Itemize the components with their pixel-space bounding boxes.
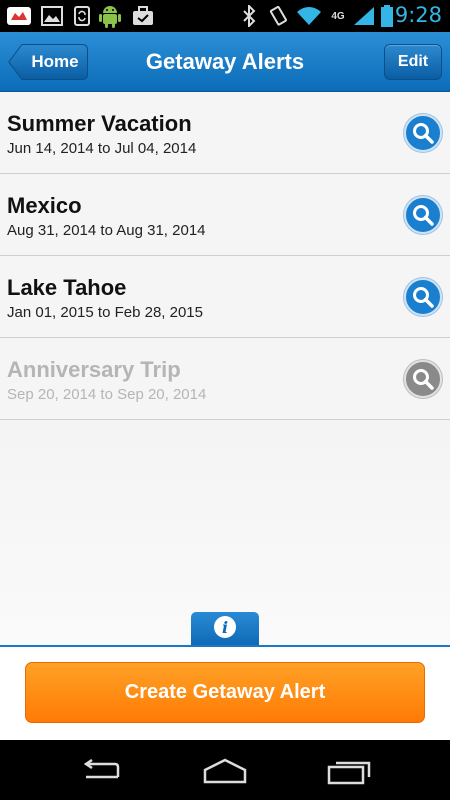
alert-dates: Jun 14, 2014 to Jul 04, 2014 xyxy=(7,140,197,157)
alert-name: Anniversary Trip xyxy=(7,357,181,382)
create-getaway-alert-button[interactable]: Create Getaway Alert xyxy=(25,662,425,723)
home-icon[interactable] xyxy=(195,754,255,788)
alert-row[interactable]: Anniversary Trip Sep 20, 2014 to Sep 20, … xyxy=(0,338,450,420)
search-alert-button[interactable] xyxy=(404,114,442,152)
search-icon xyxy=(413,205,434,226)
edit-button[interactable]: Edit xyxy=(384,44,442,80)
wifi-icon xyxy=(296,5,322,27)
search-icon xyxy=(413,369,434,390)
search-alert-button[interactable] xyxy=(404,278,442,316)
info-button[interactable]: i xyxy=(191,612,259,646)
search-icon xyxy=(413,287,434,308)
alert-name: Mexico xyxy=(7,193,82,218)
image-icon xyxy=(40,5,64,27)
search-alert-button[interactable] xyxy=(404,360,442,398)
app-header: Home Getaway Alerts Edit xyxy=(0,32,450,92)
svg-text:i: i xyxy=(222,618,228,637)
alert-list: Summer Vacation Jun 14, 2014 to Jul 04, 2… xyxy=(0,92,450,420)
status-bar: 4G 9:28 xyxy=(0,0,450,32)
search-icon xyxy=(413,123,434,144)
signal-icon xyxy=(352,5,376,27)
recent-apps-icon[interactable] xyxy=(320,754,380,788)
android-icon xyxy=(98,5,122,28)
briefcase-check-icon xyxy=(131,5,155,27)
system-nav-bar xyxy=(0,740,450,800)
notification-icon xyxy=(6,5,32,27)
footer: Create Getaway Alert xyxy=(0,645,450,740)
info-icon: i xyxy=(213,615,237,644)
alert-row[interactable]: Mexico Aug 31, 2014 to Aug 31, 2014 xyxy=(0,174,450,256)
alert-name: Summer Vacation xyxy=(7,111,192,136)
alert-name: Lake Tahoe xyxy=(7,275,127,300)
alert-row[interactable]: Lake Tahoe Jan 01, 2015 to Feb 28, 2015 xyxy=(0,256,450,338)
status-time: 9:28 xyxy=(394,3,442,27)
bluetooth-icon xyxy=(240,5,258,27)
network-type: 4G xyxy=(331,10,345,22)
vibrate-icon xyxy=(266,5,290,27)
page-title: Getaway Alerts xyxy=(145,49,305,74)
search-alert-button[interactable] xyxy=(404,196,442,234)
sync-icon xyxy=(72,5,92,27)
battery-icon xyxy=(380,5,394,27)
content-area: Summer Vacation Jun 14, 2014 to Jul 04, 2… xyxy=(0,92,450,645)
alert-dates: Jan 01, 2015 to Feb 28, 2015 xyxy=(7,304,203,321)
alert-dates: Aug 31, 2014 to Aug 31, 2014 xyxy=(7,222,206,239)
alert-row[interactable]: Summer Vacation Jun 14, 2014 to Jul 04, 2… xyxy=(0,92,450,174)
alert-dates: Sep 20, 2014 to Sep 20, 2014 xyxy=(7,386,207,403)
back-icon[interactable] xyxy=(70,754,130,788)
